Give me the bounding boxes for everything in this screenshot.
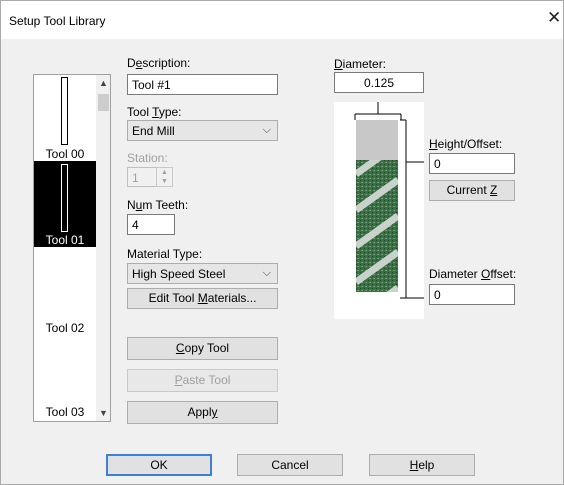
tool-type-label: Tool Type: [127,105,182,119]
edit-tool-materials-button[interactable]: Edit Tool Materials... [127,288,278,309]
material-type-label: Material Type: [127,247,203,261]
tool-list-item[interactable]: Tool 03 [34,335,96,421]
scroll-up-icon[interactable]: ▲ [96,75,110,91]
num-teeth-input[interactable]: 4 [127,214,175,235]
num-teeth-label: Num Teeth: [127,198,189,212]
ok-button[interactable]: OK [106,454,212,476]
help-button[interactable]: Help [369,454,475,476]
copy-tool-button[interactable]: Copy Tool [127,337,278,360]
description-input[interactable]: Tool #1 [127,74,278,95]
tool-list-item-selected[interactable]: Tool 01 [34,161,96,247]
diameter-offset-input[interactable]: 0 [429,284,515,305]
scroll-down-icon[interactable]: ▼ [96,405,110,421]
tool-list-item[interactable]: Tool 02 [34,249,96,335]
diameter-offset-label: Diameter Offset: [429,267,517,281]
paste-tool-button[interactable]: Paste Tool [127,369,278,392]
tool-list-scrollbar[interactable]: ▲ ▼ [96,75,110,421]
material-type-value: High Speed Steel [132,267,226,281]
cancel-button[interactable]: Cancel [237,454,343,476]
tool-list[interactable]: Tool 00 Tool 01 Tool 02 Tool 03 ▲ ▼ [33,74,111,422]
tool-name: Tool 00 [45,147,85,161]
chevron-down-icon: ⌵ [262,124,271,136]
tool-type-value: End Mill [132,124,175,138]
tool-name: Tool 03 [45,405,85,419]
tool-shape-icon [61,164,68,232]
tool-type-select[interactable]: End Mill ⌵ [127,120,278,141]
spin-up-icon[interactable]: ▲ [157,168,172,177]
end-mill-drawing [354,102,424,299]
tool-name: Tool 02 [45,321,85,335]
diameter-label: Diameter: [334,57,387,71]
height-offset-label: Height/Offset: [429,137,503,151]
close-icon[interactable]: ✕ [547,10,561,27]
apply-button[interactable]: Apply [127,401,278,424]
tool-preview [334,102,424,319]
material-type-select[interactable]: High Speed Steel ⌵ [127,263,278,284]
title-bar: Setup Tool Library ✕ [1,1,563,39]
spin-down-icon[interactable]: ▼ [157,177,172,186]
station-input[interactable]: 1 [127,167,157,187]
chevron-down-icon: ⌵ [262,267,271,279]
tool-list-item[interactable]: Tool 00 [34,75,96,161]
scroll-thumb[interactable] [98,94,109,111]
station-spinner[interactable]: ▲ ▼ [156,167,173,187]
description-label: Description: [127,56,191,70]
tool-name: Tool 01 [45,233,85,247]
setup-tool-library-dialog: Setup Tool Library ✕ Tool 00 Tool 01 Too… [0,0,564,485]
station-label: Station: [127,151,168,165]
diameter-input[interactable]: 0.125 [334,72,424,93]
height-offset-input[interactable]: 0 [429,153,515,174]
current-z-button[interactable]: Current Z [429,180,515,201]
window-title: Setup Tool Library [9,14,106,28]
tool-shape-icon [61,77,68,145]
